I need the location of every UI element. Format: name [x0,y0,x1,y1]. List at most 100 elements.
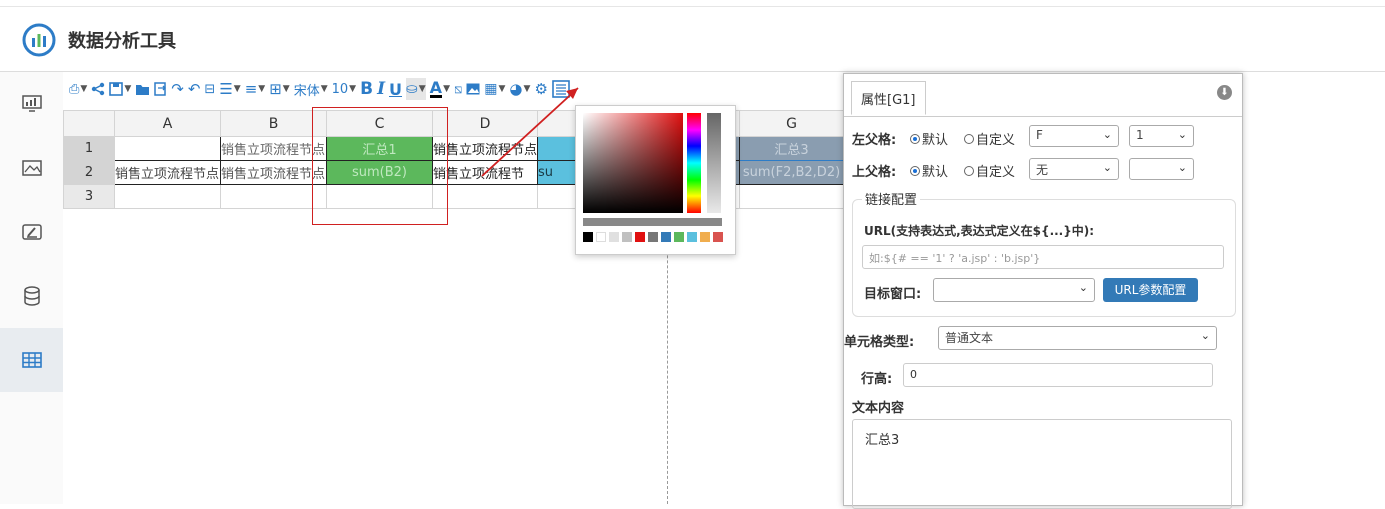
bold-button[interactable]: B [360,78,373,100]
cell[interactable] [431,184,539,209]
cell[interactable] [220,184,327,209]
radio-label: 自定义 [976,133,1016,148]
border-button[interactable]: ⊞ ▼ [269,78,290,100]
cell-type-select[interactable]: 普通文本 ⌄ [938,326,1217,350]
sidebar-item-table[interactable] [0,328,63,392]
swatch-grey[interactable] [622,232,632,242]
insert-image-button[interactable] [466,78,480,100]
font-color-button[interactable]: A ▼ [429,77,450,100]
swatch-cyan[interactable] [687,232,697,242]
column-header[interactable]: G [739,110,845,137]
diagonal-cell-button[interactable]: ⧅ [454,78,462,100]
chevron-down-icon: ▼ [233,84,241,94]
target-window-label: 目标窗口: [864,287,922,302]
save-button[interactable]: ▼ [109,78,131,100]
chevron-down-icon: ⌄ [1200,329,1210,342]
cell[interactable]: 销售立项流程节点 [114,160,221,185]
radio-label: 默认 [922,133,949,148]
radio-label: 自定义 [976,165,1016,180]
font-select[interactable]: 宋体 ▼ [294,78,328,100]
radio-checked-icon [910,165,920,176]
valign-button[interactable]: ≡ ▼ [245,78,266,100]
open-folder-button[interactable] [135,78,150,100]
up-parent-row-select[interactable]: ⌄ [1129,158,1194,180]
up-parent-label: 上父格: [852,165,897,180]
redo-button[interactable]: ↷ [171,78,184,100]
select-value: 普通文本 [945,331,994,345]
left-parent-row-select[interactable]: 1 ⌄ [1129,125,1194,147]
tab-properties[interactable]: 属性[G1] [851,81,926,115]
radio-unchecked-icon [964,165,974,176]
swatch-white[interactable] [596,232,606,242]
swatch-black[interactable] [583,232,593,242]
cell[interactable] [114,184,221,209]
url-label: URL(支持表达式,表达式定义在${...}中): [864,224,1095,238]
row-height-input[interactable]: 0 [903,363,1213,387]
diagonal-cell-icon: ⧅ [453,81,463,97]
swatch-orange[interactable] [700,232,710,242]
align-center-icon: ☰ [219,80,233,98]
url-input[interactable]: 如:${# == '1' ? 'a.jsp' : 'b.jsp'} [862,245,1224,269]
column-header[interactable]: B [220,110,327,137]
share-button[interactable] [91,78,105,100]
font-color-label: A [429,77,443,98]
undo-button[interactable]: ↶ [188,78,201,100]
sidebar-item-database[interactable] [0,264,63,328]
row-header[interactable]: 2 [63,160,115,185]
alpha-slider[interactable] [707,113,721,213]
cell[interactable]: 销售立项流程节点 [220,136,327,161]
url-params-button[interactable]: URL参数配置 [1103,278,1198,302]
font-name: 宋体 [293,83,320,99]
sidebar-item-edit[interactable] [0,200,63,264]
target-window-select[interactable]: ⌄ [933,278,1095,302]
cell[interactable]: 销售立项流程节点 [220,160,327,185]
color-picker-popup [575,105,736,255]
chevron-down-icon: ⌄ [1102,161,1112,174]
text-content-label: 文本内容 [852,401,905,416]
sidebar-item-image[interactable] [0,136,63,200]
font-size-select[interactable]: 10 ▼ [332,78,356,100]
cell-type-label: 单元格类型: [844,335,915,350]
cell[interactable] [739,184,845,209]
merge-cells-button[interactable]: ⊟ [204,78,215,100]
swatch-green[interactable] [674,232,684,242]
folder-icon [136,84,150,95]
underline-label: U [389,79,403,99]
radio-left-custom[interactable]: 自定义 [964,129,1015,148]
radio-up-default[interactable]: 默认 [910,161,948,180]
cell[interactable]: 汇总3 [739,136,845,161]
align-button[interactable]: ☰ ▼ [219,78,240,100]
save-icon [109,82,124,96]
export-button[interactable] [154,78,167,100]
cell[interactable] [114,136,221,161]
italic-button[interactable]: I [377,78,385,100]
radio-up-custom[interactable]: 自定义 [964,161,1015,180]
row-header[interactable]: 3 [63,184,115,209]
column-header[interactable]: A [114,110,221,137]
app-logo-icon [22,23,56,57]
align-lines-icon: ≡ [244,80,258,98]
swatch-rose[interactable] [713,232,723,242]
collapse-panel-icon[interactable]: ⬇ [1217,85,1232,100]
cell[interactable]: sum(F2,B2,D2) [739,160,845,185]
radio-left-default[interactable]: 默认 [910,129,948,148]
up-parent-col-select[interactable]: 无 ⌄ [1029,158,1119,180]
edit-box-icon [21,224,42,240]
swatch-light-grey[interactable] [609,232,619,242]
radio-checked-icon [910,133,920,144]
underline-button[interactable]: U [389,78,402,100]
preview-button[interactable]: ⎙ ▼ [69,78,87,100]
left-parent-col-select[interactable]: F ⌄ [1029,125,1119,147]
text-content-textarea[interactable]: 汇总3 [852,419,1232,509]
chevron-down-icon: ▼ [320,84,328,94]
swatch-red[interactable] [635,232,645,242]
fill-color-button[interactable]: ⛀ ▼ [406,78,426,100]
corner-cell[interactable] [63,110,115,137]
saturation-value-area[interactable] [583,113,683,213]
select-value: F [1036,128,1043,142]
sidebar-item-dashboard[interactable] [0,72,63,136]
swatch-dark-grey[interactable] [648,232,658,242]
row-header[interactable]: 1 [63,136,115,161]
hue-slider[interactable] [687,113,701,213]
swatch-blue[interactable] [661,232,671,242]
